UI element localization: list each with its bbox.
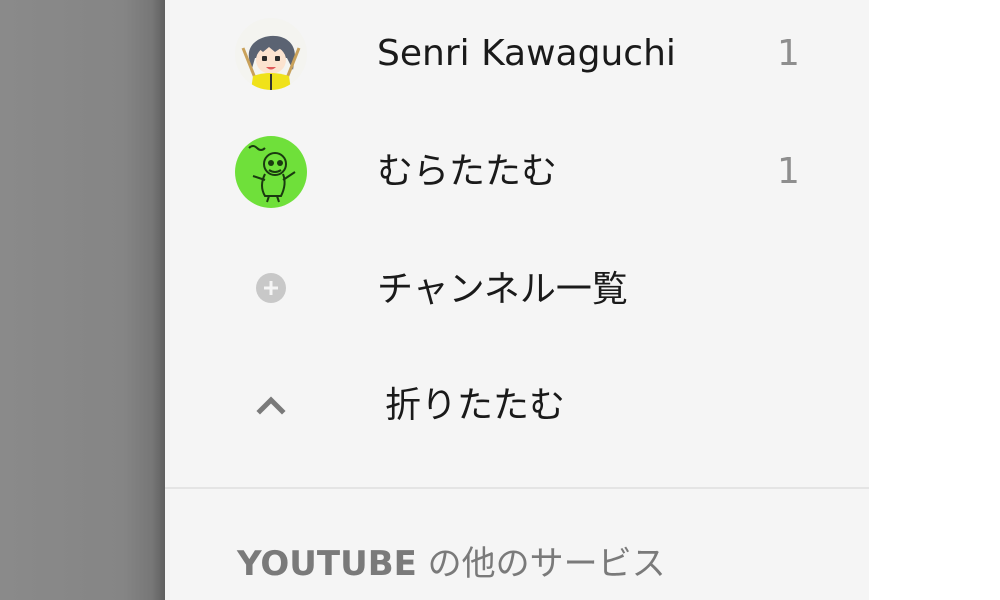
- collapse-item[interactable]: 折りたたむ: [165, 352, 869, 462]
- section-heading-text: の他のサービス: [416, 544, 666, 584]
- plus-circle-icon: [253, 270, 289, 306]
- section-heading-more-from-youtube: YOUTUBE の他のサービス: [237, 542, 666, 586]
- subscription-item-senri-kawaguchi[interactable]: Senri Kawaguchi 1: [165, 0, 869, 110]
- browse-channels-item[interactable]: チャンネル一覧: [165, 236, 869, 346]
- page-overlay-shadow: [0, 0, 165, 600]
- collapse-label: 折りたたむ: [385, 385, 566, 426]
- subscription-item-muratatamu[interactable]: むらたたむ 1: [165, 118, 869, 228]
- new-video-count: 1: [777, 33, 800, 74]
- section-heading-brand: YOUTUBE: [237, 544, 417, 584]
- browse-channels-label: チャンネル一覧: [377, 269, 628, 310]
- new-video-count: 1: [777, 151, 800, 192]
- main-content-area: [869, 0, 1000, 600]
- chevron-up-icon: [253, 386, 289, 422]
- subscription-name: むらたたむ: [377, 151, 558, 192]
- section-divider: [165, 487, 869, 489]
- subscription-name: Senri Kawaguchi: [377, 33, 676, 74]
- avatar: [235, 136, 307, 208]
- avatar: [235, 18, 307, 90]
- guide-sidebar: Senri Kawaguchi 1 むらたたむ 1 チャンネル一覧 折りたたむ …: [165, 0, 869, 600]
